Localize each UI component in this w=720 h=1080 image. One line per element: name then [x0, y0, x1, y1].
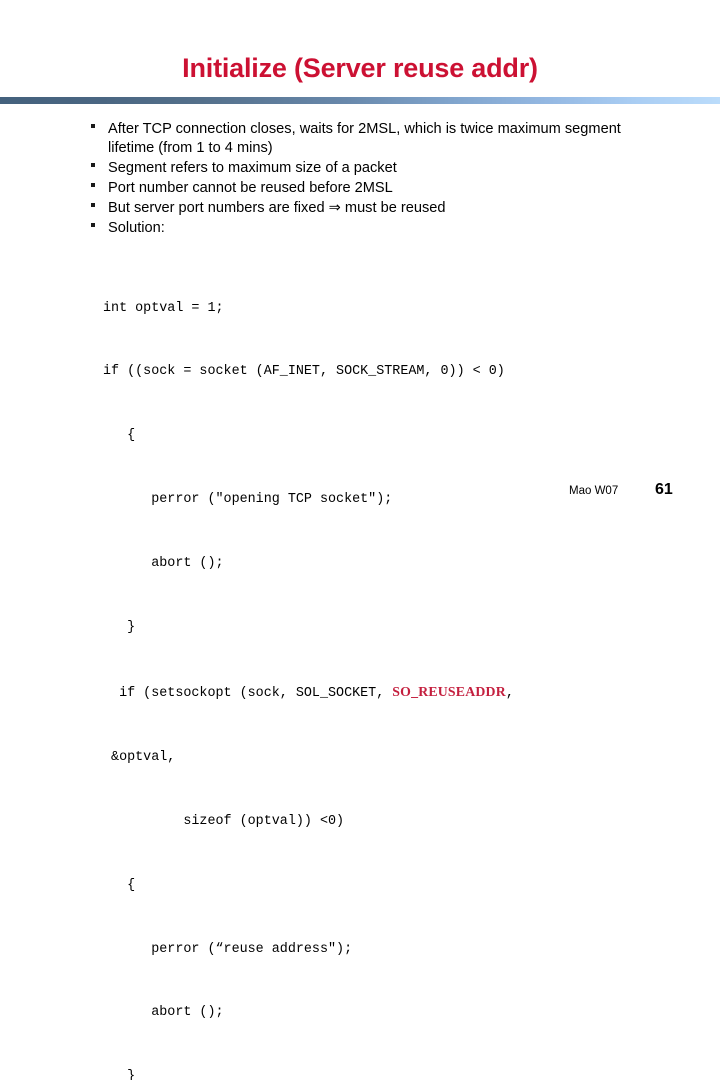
square-bullet-icon	[91, 203, 95, 207]
code-line: &optval,	[103, 749, 176, 765]
list-item-label: Port number cannot be reused before 2MSL	[108, 180, 393, 196]
square-bullet-icon	[91, 223, 95, 227]
code-line-prefix: if (setsockopt (sock, SOL_SOCKET,	[103, 685, 393, 701]
list-item-label: Solution:	[108, 220, 165, 236]
page-number: 61	[655, 481, 673, 498]
code-line: {	[103, 428, 136, 444]
bullet-list: After TCP connection closes, waits for 2…	[88, 120, 648, 239]
code-line: if ((sock = socket (AF_INET, SOCK_STREAM…	[103, 364, 505, 380]
list-item-label: But server port numbers are fixed ⇒ must…	[108, 200, 446, 216]
list-item: Port number cannot be reused before 2MSL	[88, 179, 648, 198]
code-line-suffix: ,	[505, 685, 514, 701]
code-line: {	[103, 877, 136, 893]
list-item: Solution:	[88, 219, 648, 238]
code-line: }	[103, 1069, 136, 1080]
code-line: abort ();	[103, 1005, 224, 1021]
list-item: But server port numbers are fixed ⇒ must…	[88, 199, 648, 218]
code-line: perror (“reuse address");	[103, 941, 353, 957]
so-reuseaddr-keyword: SO_REUSEADDR	[392, 683, 506, 699]
code-line: int optval = 1;	[103, 300, 224, 316]
slide-canvas: Initialize (Server reuse addr) After TCP…	[0, 0, 720, 1080]
code-line: sizeof (optval)) <0)	[103, 813, 345, 829]
square-bullet-icon	[91, 183, 95, 187]
code-line-setsockopt: if (setsockopt (sock, SOL_SOCKET, SO_REU…	[103, 681, 693, 704]
list-item: Segment refers to maximum size of a pack…	[88, 159, 648, 178]
page-title: Initialize (Server reuse addr)	[182, 53, 538, 83]
list-item: After TCP connection closes, waits for 2…	[88, 120, 648, 158]
list-item-label: After TCP connection closes, waits for 2…	[108, 121, 621, 156]
list-item-label: Segment refers to maximum size of a pack…	[108, 160, 397, 176]
square-bullet-icon	[91, 163, 95, 167]
square-bullet-icon	[91, 124, 95, 128]
title-divider-bar	[0, 97, 720, 104]
code-line: }	[103, 620, 136, 636]
code-snippet: int optval = 1; if ((sock = socket (AF_I…	[103, 255, 693, 1080]
footer-author: Mao W07	[569, 485, 619, 497]
code-line: abort ();	[103, 556, 224, 572]
